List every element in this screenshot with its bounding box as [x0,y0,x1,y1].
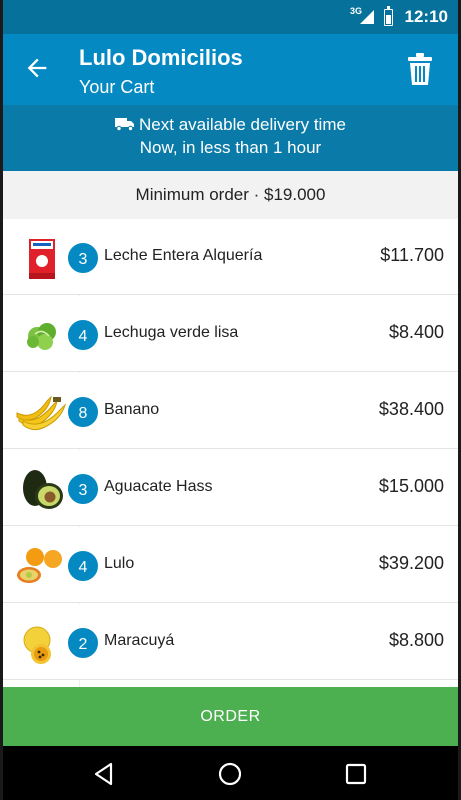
quantity-badge: 3 [66,472,100,506]
item-name: Maracuyá [104,632,175,649]
item-name: Lulo [104,555,135,572]
quantity-badge: 4 [66,549,100,583]
item-price: $38.400 [378,399,444,419]
item-name: Banano [104,401,160,418]
signal-icon [360,10,374,24]
minimum-order-notice: Minimum order · $19.000 [3,171,458,219]
lettuce-image [27,323,56,350]
cart-item[interactable]: 2 Maracuyá $8.800 [3,604,458,680]
app-bar: Lulo Domicilios Your Cart [3,34,458,105]
delivery-time: Now, in less than 1 hour [139,138,322,157]
phone-screen: 3G 12:10 Lulo Domicilios Your Cart Next … [3,0,458,800]
quantity-badge: 4 [66,318,100,352]
quantity-badge: 3 [66,241,100,275]
navigation-bar [3,746,458,800]
cart-item[interactable]: 8 Banano $38.400 [3,373,458,449]
item-price: $8.800 [388,630,444,650]
page-subtitle: Your Cart [79,77,155,97]
delivery-heading: Next available delivery time [3,115,458,135]
battery-icon [384,6,393,26]
quantity-badge: 8 [66,395,100,429]
trash-icon[interactable] [407,52,433,86]
delivery-title: Next available delivery time [139,115,346,134]
cart-item[interactable]: 4 Lulo $39.200 [3,527,458,603]
item-price: $39.200 [378,553,444,573]
truck-icon [115,118,135,131]
cart-item[interactable]: 3 Leche Entera Alquería $11.700 [3,219,458,295]
lulo-fruit-image [17,548,62,583]
status-bar: 3G 12:10 [3,0,458,34]
item-price: $8.400 [388,322,444,342]
bananas-image [16,395,67,431]
recents-nav-icon[interactable] [343,761,369,787]
avocado-image [23,470,63,509]
quantity-badge: 2 [66,626,100,660]
passion-fruit-image [23,626,51,664]
milk-carton-image [29,233,55,279]
item-price: $15.000 [378,476,444,496]
screen: 3G 12:10 Lulo Domicilios Your Cart Next … [0,0,461,800]
item-name: Leche Entera Alquería [104,247,263,264]
back-nav-icon[interactable] [91,761,117,787]
cart-item-list: 3 Leche Entera Alquería $11.700 4 Lechug… [3,219,458,687]
arrow-back-icon[interactable] [23,54,51,82]
home-nav-icon[interactable] [217,761,243,787]
cart-item[interactable]: 4 Lechuga verde lisa $8.400 [3,296,458,372]
delivery-banner: Next available delivery time Now, in les… [3,105,458,171]
order-button[interactable]: ORDER [3,687,458,746]
item-name: Aguacate Hass [104,478,213,495]
item-price: $11.700 [380,245,444,265]
cart-item[interactable]: 3 Aguacate Hass $15.000 [3,450,458,526]
app-title: Lulo Domicilios [79,45,243,70]
item-name: Lechuga verde lisa [104,324,239,341]
status-time: 12:10 [404,7,448,26]
